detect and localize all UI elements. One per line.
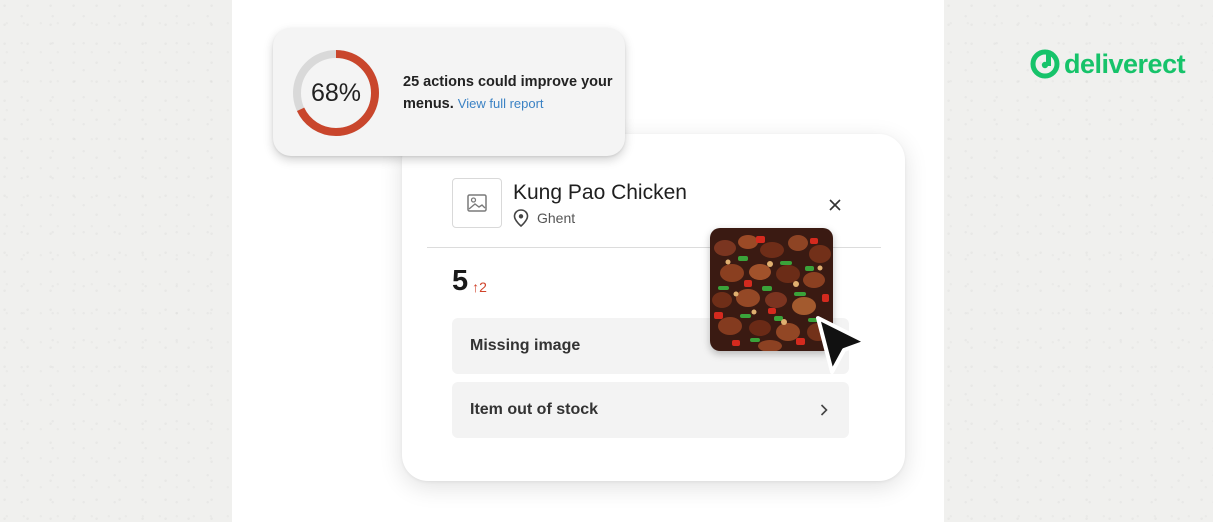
close-button[interactable] <box>824 194 846 216</box>
map-pin-icon <box>513 209 529 227</box>
cursor-arrow-icon <box>816 316 868 374</box>
action-label: Item out of stock <box>470 401 599 418</box>
action-item-out-of-stock[interactable]: Item out of stock <box>452 382 849 438</box>
item-title: Kung Pao Chicken <box>513 181 687 204</box>
score-percent: 68% <box>310 78 362 107</box>
brand-name: deliverect <box>1064 48 1186 79</box>
score-message: 25 actions could improve your menus. Vie… <box>403 72 613 115</box>
brand-logo: deliverect <box>1030 46 1186 82</box>
image-icon[interactable] <box>452 178 502 228</box>
item-location: Ghent <box>513 209 575 227</box>
location-label: Ghent <box>537 210 576 226</box>
deliverect-logo-icon <box>1030 49 1060 79</box>
chevron-right-icon <box>817 403 831 417</box>
view-full-report-link[interactable]: View full report <box>458 96 544 111</box>
menu-score-card: 68% 25 actions could improve your menus.… <box>273 28 625 156</box>
issue-count: 5 ↑2 <box>452 266 487 296</box>
issue-count-delta: ↑2 <box>472 279 487 295</box>
issue-count-value: 5 <box>452 265 469 297</box>
close-icon <box>829 199 841 211</box>
background-paper-left <box>0 0 232 522</box>
